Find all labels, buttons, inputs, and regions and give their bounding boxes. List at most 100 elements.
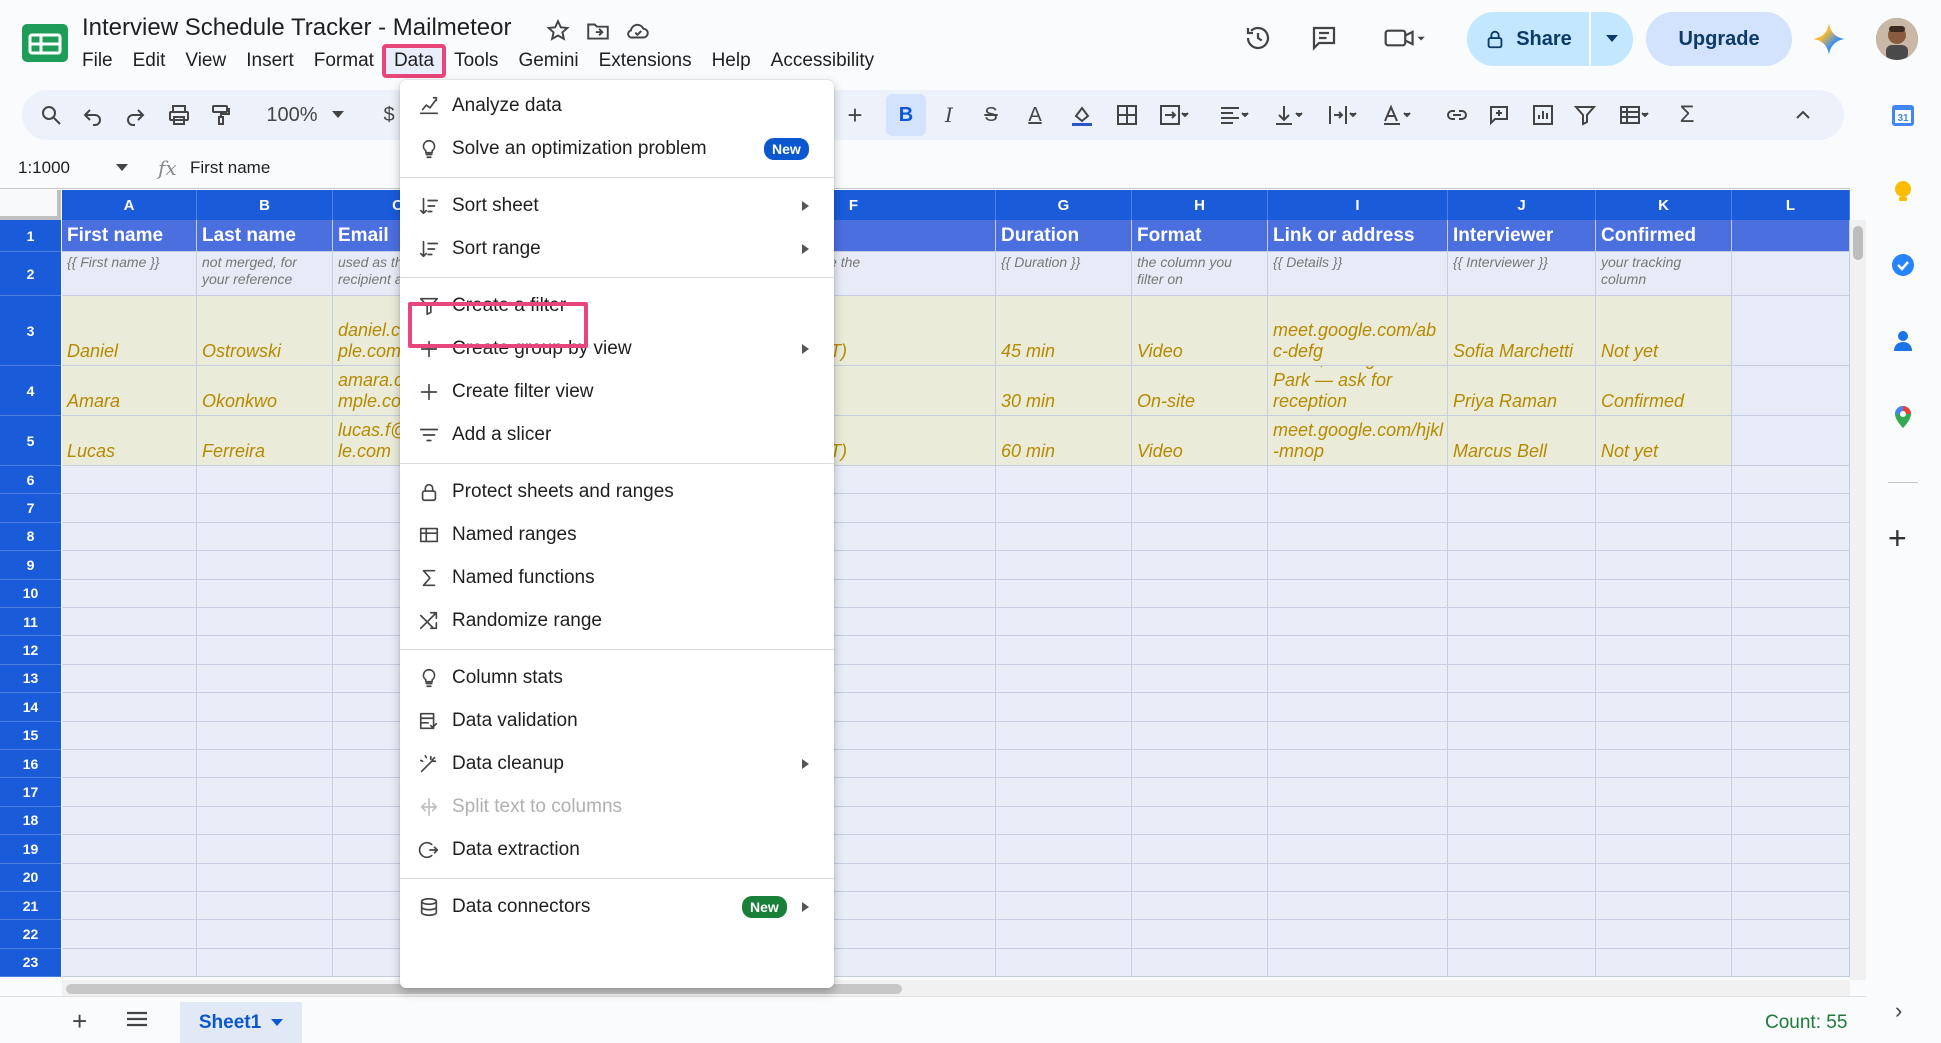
grid-cell[interactable] — [1448, 608, 1596, 637]
row-header[interactable]: 15 — [0, 721, 61, 750]
grid-cell[interactable] — [1448, 948, 1596, 978]
header-cell[interactable]: First name — [62, 220, 197, 252]
grid-cell[interactable] — [1732, 892, 1850, 921]
grid-cell[interactable] — [996, 806, 1132, 836]
grid-cell[interactable] — [1732, 835, 1850, 864]
grid-cell[interactable] — [1268, 466, 1448, 495]
row-header[interactable]: 20 — [0, 863, 61, 892]
grid-cell[interactable] — [1268, 693, 1448, 722]
grid-cell[interactable] — [1268, 920, 1448, 949]
grid-cell[interactable] — [1596, 494, 1732, 523]
column-header[interactable]: J — [1448, 190, 1596, 220]
data-cell[interactable]: Video — [1132, 296, 1268, 366]
grid-cell[interactable] — [1596, 920, 1732, 949]
text-wrapping-icon[interactable] — [1320, 90, 1364, 140]
grid-cell[interactable] — [1448, 693, 1596, 722]
row-header[interactable]: 17 — [0, 778, 61, 807]
grid-cell[interactable] — [1596, 806, 1732, 836]
grid-cell[interactable] — [1732, 863, 1850, 892]
grid-cell[interactable] — [197, 608, 333, 637]
grid-cell[interactable] — [197, 920, 333, 949]
grid-cell[interactable] — [1268, 863, 1448, 892]
data-cell[interactable]: meet.google.com/ab c-defg — [1268, 296, 1448, 366]
row-header[interactable]: 10 — [0, 579, 61, 608]
grid-cell[interactable] — [1732, 579, 1850, 608]
undo-icon[interactable] — [78, 90, 108, 140]
grid-cell[interactable] — [1132, 835, 1268, 864]
menu-item-analyze-data[interactable]: Analyze data — [400, 86, 834, 126]
grid-cell[interactable] — [197, 806, 333, 836]
bold-button[interactable]: B — [886, 94, 926, 136]
menu-item-data-extraction[interactable]: Data extraction — [400, 830, 834, 870]
data-cell[interactable]: Amara — [62, 366, 197, 416]
grid-cell[interactable] — [1268, 608, 1448, 637]
strikethrough-button[interactable]: S — [976, 90, 1006, 140]
grid-cell[interactable] — [996, 948, 1132, 978]
insert-link-icon[interactable] — [1442, 90, 1472, 140]
column-header[interactable]: I — [1268, 190, 1448, 220]
row-header[interactable]: 18 — [0, 806, 61, 836]
share-button[interactable]: Share — [1467, 12, 1591, 66]
grid-cell[interactable] — [197, 579, 333, 608]
get-addons-icon[interactable]: + — [1888, 520, 1907, 557]
grid-cell[interactable] — [996, 920, 1132, 949]
share-dropdown-button[interactable] — [1591, 12, 1633, 66]
menu-item-named-ranges[interactable]: Named ranges — [400, 515, 834, 555]
menu-item-protect-sheets-and-ranges[interactable]: Protect sheets and ranges — [400, 472, 834, 512]
cloud-saved-icon[interactable] — [625, 18, 651, 44]
grid-cell[interactable] — [1132, 551, 1268, 580]
menu-gemini[interactable]: Gemini — [508, 46, 588, 76]
data-cell[interactable]: meet.google.com/hjkl -mnop — [1268, 416, 1448, 466]
contacts-icon[interactable] — [1890, 328, 1916, 354]
grid-cell[interactable] — [1132, 948, 1268, 978]
grid-cell[interactable] — [1732, 920, 1850, 949]
column-header[interactable]: H — [1132, 190, 1268, 220]
search-menus-icon[interactable] — [36, 90, 66, 140]
sheet-tab[interactable]: Sheet1 — [180, 1002, 302, 1043]
data-cell[interactable]: Not yet — [1596, 296, 1732, 366]
maps-icon[interactable] — [1890, 404, 1916, 430]
grid-cell[interactable] — [1268, 806, 1448, 836]
grid-cell[interactable] — [1132, 693, 1268, 722]
grid-cell[interactable] — [996, 608, 1132, 637]
document-title[interactable]: Interview Schedule Tracker - Mailmeteor — [82, 14, 512, 42]
calendar-icon[interactable]: 31 — [1890, 102, 1916, 128]
grid-cell[interactable] — [996, 579, 1132, 608]
grid-cell[interactable] — [1132, 778, 1268, 807]
grid-cell[interactable] — [1132, 721, 1268, 750]
menu-item-data-cleanup[interactable]: Data cleanup — [400, 744, 834, 784]
grid-cell[interactable] — [197, 522, 333, 552]
grid-cell[interactable] — [1132, 920, 1268, 949]
header-cell[interactable]: Format — [1132, 220, 1268, 252]
row-header[interactable]: 1 — [0, 220, 61, 252]
grid-cell[interactable] — [1596, 579, 1732, 608]
row-header[interactable]: 13 — [0, 664, 61, 694]
grid-cell[interactable] — [62, 948, 197, 978]
grid-cell[interactable] — [62, 920, 197, 949]
grid-cell[interactable] — [1732, 948, 1850, 978]
grid-cell[interactable] — [1132, 608, 1268, 637]
grid-cell[interactable] — [996, 494, 1132, 523]
grid-cell[interactable] — [1596, 664, 1732, 694]
grid-cell[interactable] — [62, 892, 197, 921]
grid-cell[interactable] — [996, 522, 1132, 552]
header-cell[interactable]: Interviewer — [1448, 220, 1596, 252]
gemini-icon[interactable] — [1812, 22, 1846, 56]
grid-cell[interactable] — [996, 721, 1132, 750]
grid-cell[interactable] — [197, 948, 333, 978]
row-header[interactable]: 2 — [0, 252, 61, 296]
vertical-scrollbar[interactable] — [1850, 220, 1866, 980]
grid-cell[interactable] — [1448, 636, 1596, 665]
grid-cell[interactable] — [1448, 721, 1596, 750]
row-header[interactable]: 23 — [0, 948, 61, 978]
row-header[interactable]: 12 — [0, 636, 61, 665]
grid-cell[interactable] — [1268, 835, 1448, 864]
grid-cell[interactable] — [197, 750, 333, 779]
grid-cell[interactable] — [1448, 863, 1596, 892]
grid-cell[interactable] — [197, 494, 333, 523]
grid-cell[interactable] — [1132, 522, 1268, 552]
menu-item-create-filter-view[interactable]: Create filter view — [400, 372, 834, 412]
row-header[interactable]: 21 — [0, 892, 61, 921]
column-header[interactable]: G — [996, 190, 1132, 220]
grid-cell[interactable] — [62, 466, 197, 495]
